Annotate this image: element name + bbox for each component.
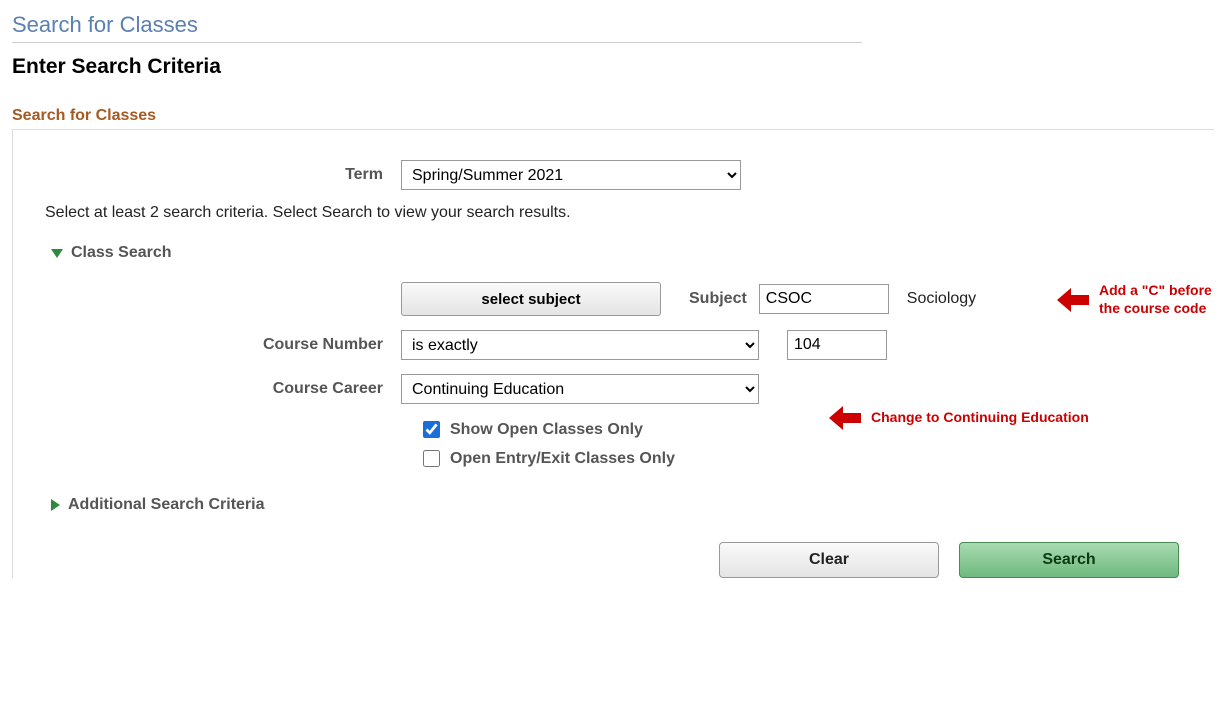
show-open-checkbox[interactable]: [423, 421, 440, 438]
course-number-label: Course Number: [41, 336, 401, 354]
course-number-input[interactable]: [787, 330, 887, 360]
page-title: Search for Classes: [12, 12, 1214, 40]
class-search-toggle[interactable]: Class Search: [51, 244, 1214, 262]
page-subtitle: Enter Search Criteria: [12, 55, 1214, 79]
subject-input[interactable]: [759, 284, 889, 314]
course-career-select[interactable]: Continuing Education: [401, 374, 759, 404]
show-open-label: Show Open Classes Only: [450, 421, 643, 439]
search-panel: Term Spring/Summer 2021 Select at least …: [12, 129, 1214, 578]
course-career-label: Course Career: [41, 380, 401, 398]
subject-display-name: Sociology: [907, 290, 976, 308]
arrow-left-icon: [1057, 286, 1091, 314]
section-label: Search for Classes: [12, 107, 1214, 125]
additional-criteria-toggle[interactable]: Additional Search Criteria: [51, 496, 1214, 514]
title-divider: [12, 42, 862, 43]
class-search-label: Class Search: [71, 244, 172, 262]
term-select[interactable]: Spring/Summer 2021: [401, 160, 741, 190]
search-button[interactable]: Search: [959, 542, 1179, 578]
chevron-right-icon: [51, 499, 60, 511]
subject-label: Subject: [689, 290, 747, 308]
annotation-change-ce: Change to Continuing Education: [829, 404, 1089, 432]
open-entry-label: Open Entry/Exit Classes Only: [450, 450, 675, 468]
select-subject-button[interactable]: select subject: [401, 282, 661, 316]
clear-button[interactable]: Clear: [719, 542, 939, 578]
chevron-down-icon: [51, 249, 63, 258]
open-entry-checkbox[interactable]: [423, 450, 440, 467]
course-number-operator[interactable]: is exactly: [401, 330, 759, 360]
instructions-text: Select at least 2 search criteria. Selec…: [45, 204, 1214, 222]
additional-criteria-label: Additional Search Criteria: [68, 496, 265, 514]
term-label: Term: [41, 166, 401, 184]
annotation-add-c: Add a "C" before the course code: [1057, 282, 1226, 317]
arrow-left-icon: [829, 404, 863, 432]
